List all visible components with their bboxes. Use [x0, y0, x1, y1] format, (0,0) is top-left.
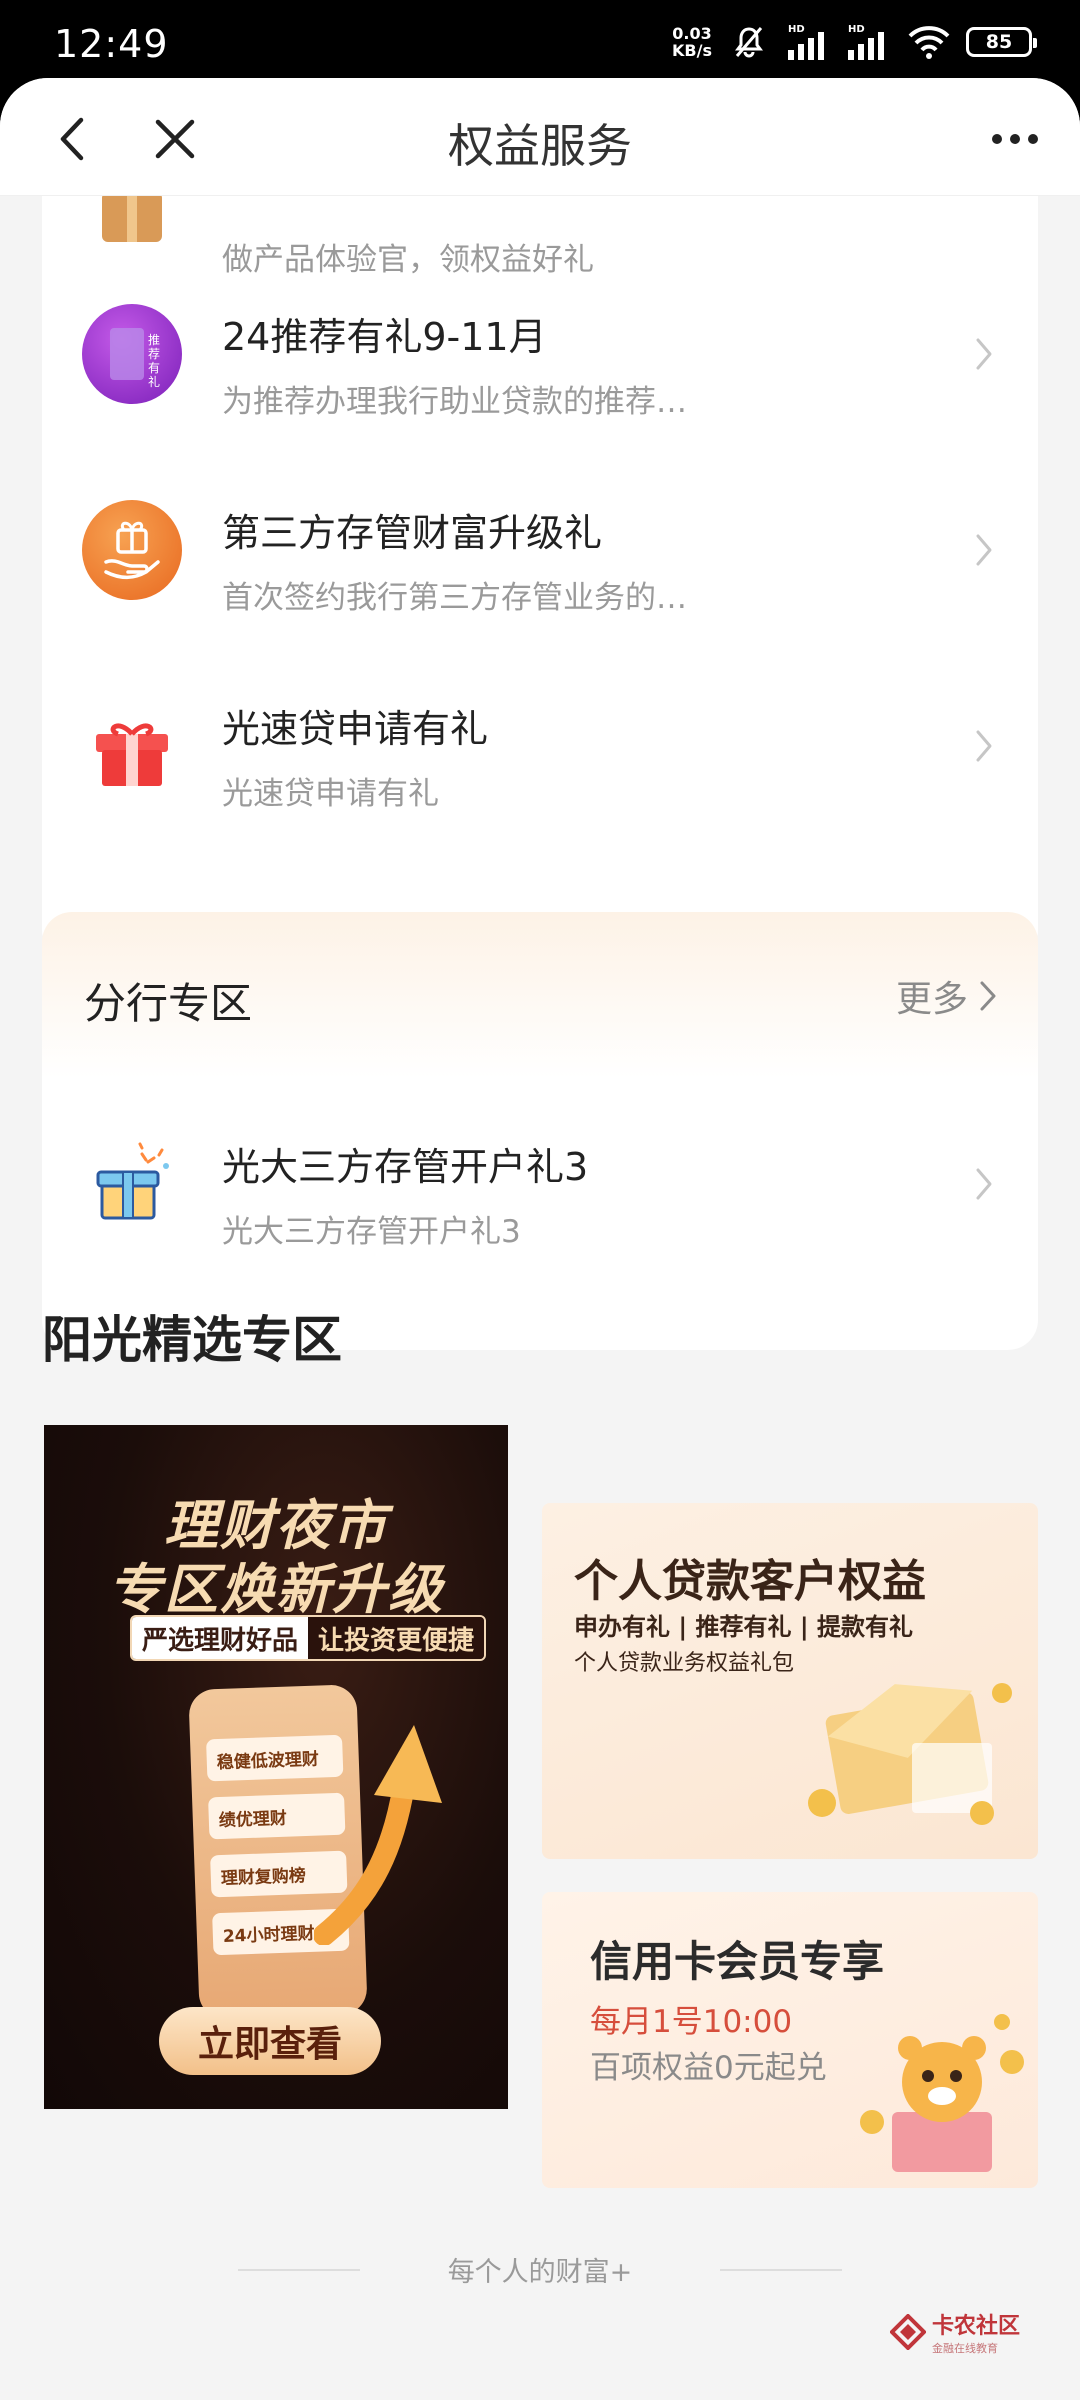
hand-gift-icon	[82, 500, 182, 600]
item-title: 第三方存管财富升级礼	[222, 511, 603, 555]
nav-header: 权益服务	[0, 78, 1080, 196]
page-title: 权益服务	[448, 119, 632, 173]
network-speed: 0.03 KB/s	[672, 24, 712, 60]
item-desc: 为推荐办理我行助业贷款的推荐…	[222, 384, 687, 420]
divider	[237, 2268, 360, 2271]
svg-text:礼: 礼	[148, 374, 160, 389]
branch-zone-card: 分行专区 更多 光大三方存管开户礼3 光大三方存管开户礼3	[42, 912, 1038, 1350]
watermark-logo-icon	[889, 2314, 926, 2350]
benefits-list-card: 做产品体验官，领权益好礼 推荐有礼 24推荐有礼9-11月 为推荐办理我行助业贷…	[42, 158, 1038, 960]
chevron-right-icon	[976, 1168, 992, 1200]
wifi-icon	[906, 22, 952, 62]
signal-icon-2: HD	[846, 22, 892, 62]
section-title: 分行专区	[84, 979, 253, 1028]
tag-badge: 严选理财好品 让投资更便捷	[130, 1615, 487, 1661]
credit-card-member-banner[interactable]: 信用卡会员专享 每月1号10:00 百项权益0元起兑	[542, 1892, 1038, 2188]
tiger-mascot-icon	[860, 2014, 1024, 2172]
svg-text:有: 有	[148, 361, 160, 375]
chevron-right-icon	[976, 730, 992, 762]
envelope-coins-icon	[808, 1683, 1012, 1825]
battery-indicator: 85	[966, 27, 1037, 57]
svg-text:HD: HD	[788, 24, 805, 35]
list-item[interactable]: 光速贷申请有礼 光速贷申请有礼	[42, 648, 1038, 844]
item-desc: 首次签约我行第三方存管业务的…	[222, 580, 687, 616]
recommend-gift-icon: 推荐有礼	[82, 304, 182, 404]
more-link[interactable]: 更多	[896, 970, 998, 1022]
personal-loan-banner[interactable]: 个人贷款客户权益 申办有礼 | 推荐有礼 | 提款有礼 个人贷款业务权益礼包	[542, 1503, 1038, 1859]
item-title: 24推荐有礼9-11月	[222, 315, 547, 359]
section-title: 阳光精选专区	[42, 1311, 342, 1369]
chevron-right-icon	[980, 981, 996, 1011]
chevron-right-icon	[976, 338, 992, 370]
slogan: 每个人的财富+	[447, 2257, 633, 2288]
wealth-night-market-banner[interactable]: 理财夜市 专区焕新升级 严选理财好品 让投资更便捷 稳健低波理财 绩优理财 理财…	[44, 1425, 508, 2109]
item-title: 光大三方存管开户礼3	[222, 1145, 589, 1189]
chevron-right-icon	[976, 534, 992, 566]
svg-text:荐: 荐	[148, 347, 160, 361]
list-item[interactable]: 第三方存管财富升级礼 首次签约我行第三方存管业务的…	[42, 452, 1038, 648]
more-dots-icon	[992, 134, 1038, 144]
footer: 每个人的财富+	[0, 2250, 1080, 2289]
blue-gift-icon	[82, 1134, 182, 1234]
clock: 12:49	[54, 22, 169, 66]
status-icons: 0.03 KB/s HD HD 85	[672, 18, 1037, 66]
bell-muted-icon	[726, 22, 772, 62]
red-gift-box-icon	[82, 696, 182, 796]
svg-text:推: 推	[148, 333, 160, 347]
arrow-up-icon	[314, 1725, 442, 1945]
divider	[720, 2268, 843, 2271]
watermark: 卡农社区 金融在线教育	[889, 2308, 1020, 2356]
item-desc: 光速贷申请有礼	[222, 776, 439, 812]
item-title: 光速贷申请有礼	[222, 707, 489, 751]
list-item[interactable]: 光大三方存管开户礼3 光大三方存管开户礼3	[42, 1086, 1038, 1282]
more-menu-button[interactable]	[980, 104, 1050, 174]
status-bar: 12:49 0.03 KB/s HD HD 85	[0, 0, 1080, 78]
list-item[interactable]: 推荐有礼 24推荐有礼9-11月 为推荐办理我行助业贷款的推荐…	[42, 256, 1038, 452]
svg-text:HD: HD	[848, 24, 865, 35]
item-desc: 光大三方存管开户礼3	[222, 1214, 521, 1250]
webview-sheet: 权益服务 做产品体验官，领权益好礼 推荐有礼 24推荐有礼9-11月 为推荐办理…	[0, 78, 1080, 2400]
view-now-button[interactable]: 立即查看	[159, 2007, 381, 2075]
signal-icon: HD	[786, 22, 832, 62]
